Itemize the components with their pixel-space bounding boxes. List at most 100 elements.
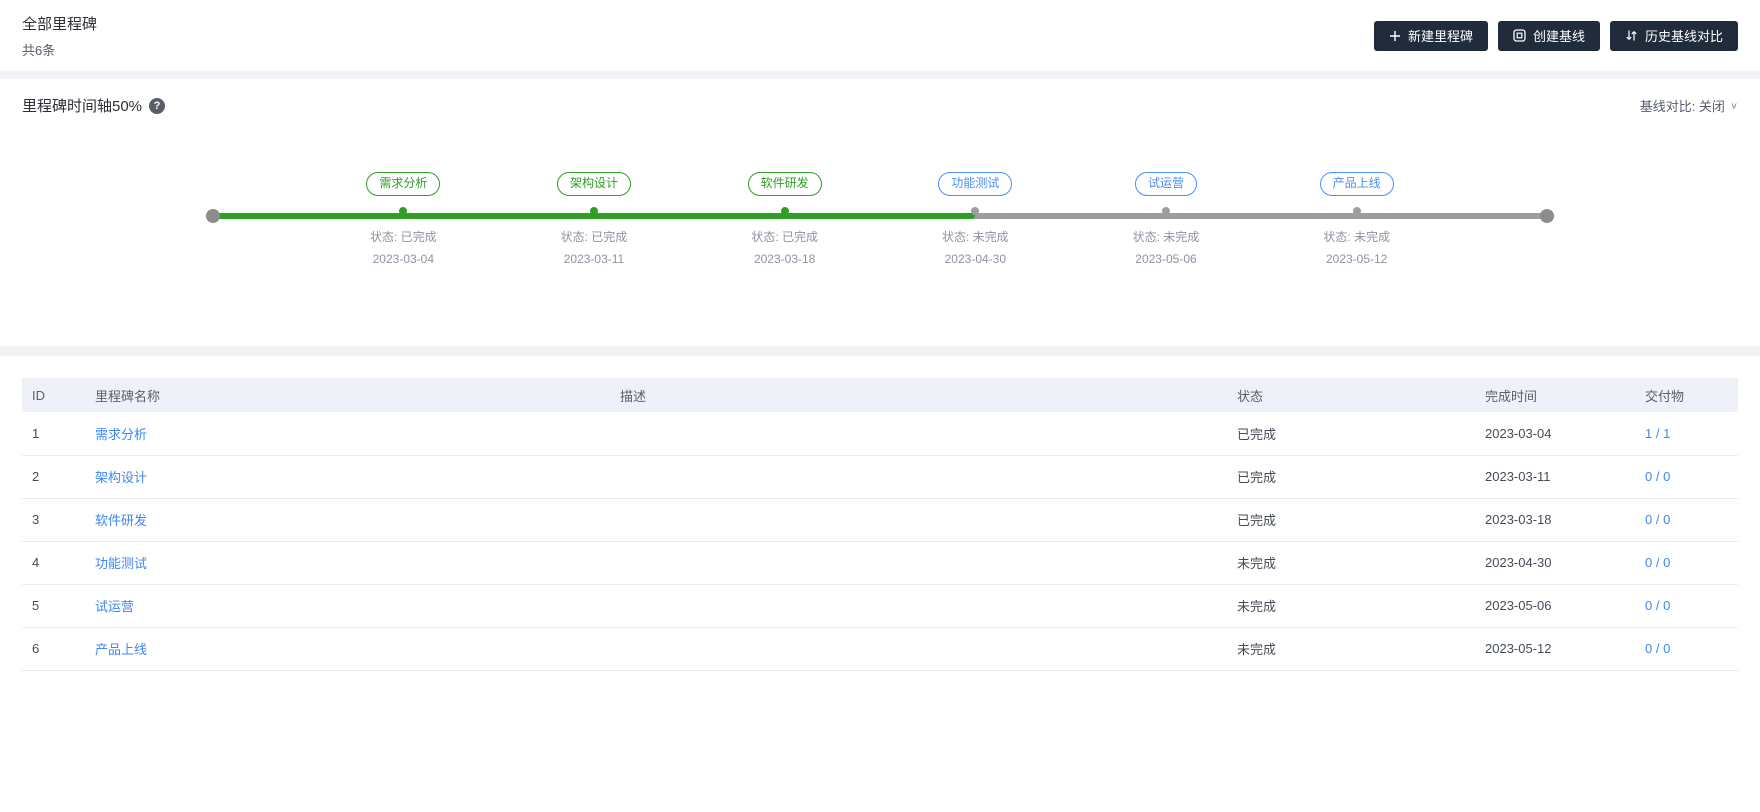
- table-row: 1 需求分析 已完成 2023-03-04 1 / 1: [22, 412, 1738, 456]
- milestone-label-pill[interactable]: 产品上线: [1319, 172, 1394, 196]
- cell-id: 4: [22, 541, 85, 585]
- milestone-dot: [1161, 207, 1170, 215]
- baseline-icon: [1513, 29, 1526, 42]
- cell-desc: [610, 455, 1227, 499]
- cell-date: 2023-03-18: [1475, 498, 1635, 542]
- deliverable-link[interactable]: 0 / 0: [1645, 641, 1670, 656]
- milestone-label-pill[interactable]: 软件研发: [747, 172, 822, 196]
- milestone-node: 功能测试 状态: 未完成 2023-04-30: [890, 172, 1060, 266]
- milestone-status: 状态: 已完成: [751, 230, 818, 244]
- table-row: 2 架构设计 已完成 2023-03-11 0 / 0: [22, 455, 1738, 499]
- page-title: 全部里程碑: [22, 15, 98, 33]
- cell-date: 2023-05-06: [1475, 584, 1635, 628]
- milestone-name-link[interactable]: 需求分析: [95, 427, 147, 442]
- cell-desc: [610, 584, 1227, 628]
- milestone-dot: [971, 207, 980, 215]
- cell-status: 已完成: [1227, 498, 1475, 542]
- milestone-node: 试运营 状态: 未完成 2023-05-06: [1081, 172, 1251, 266]
- column-header-date: 完成时间: [1475, 378, 1635, 412]
- timeline-end-dot: [1540, 209, 1555, 223]
- milestone-count: 共6条: [22, 42, 56, 58]
- milestone-table: ID 里程碑名称 描述 状态 完成时间 交付物 1 需求分析 已完成 2023-…: [22, 378, 1738, 671]
- cell-desc: [610, 541, 1227, 585]
- cell-status: 未完成: [1227, 584, 1475, 628]
- milestone-label-pill[interactable]: 需求分析: [366, 172, 441, 196]
- create-baseline-button-label: 创建基线: [1532, 29, 1585, 44]
- table-row: 3 软件研发 已完成 2023-03-18 0 / 0: [22, 498, 1738, 542]
- milestone-node: 需求分析 状态: 已完成 2023-03-04: [318, 172, 488, 266]
- timeline-title: 里程碑时间轴50%: [22, 98, 143, 115]
- milestone-node: 架构设计 状态: 已完成 2023-03-11: [509, 172, 679, 266]
- help-icon[interactable]: ?: [149, 97, 166, 114]
- cell-id: 6: [22, 627, 85, 671]
- milestone-name-link[interactable]: 软件研发: [95, 513, 147, 528]
- milestone-label-pill[interactable]: 试运营: [1134, 172, 1197, 196]
- milestone-date: 2023-03-18: [753, 252, 816, 266]
- cell-id: 3: [22, 498, 85, 542]
- new-milestone-button-label: 新建里程碑: [1407, 29, 1473, 44]
- milestone-date: 2023-05-06: [1135, 252, 1197, 266]
- cell-status: 已完成: [1227, 412, 1475, 456]
- deliverable-link[interactable]: 0 / 0: [1645, 469, 1670, 484]
- milestone-name-link[interactable]: 产品上线: [95, 642, 147, 657]
- milestone-name-link[interactable]: 架构设计: [95, 470, 147, 485]
- page-header: 全部里程碑 共6条 新建里程碑 创建基线 历史基线对比: [0, 0, 1760, 71]
- milestone-timeline: 需求分析 状态: 已完成 2023-03-04 架构设计 状态: 已完成 202…: [22, 172, 1738, 302]
- milestone-status: 状态: 已完成: [560, 230, 628, 244]
- column-header-deliverable: 交付物: [1635, 378, 1738, 412]
- cell-desc: [610, 627, 1227, 671]
- milestone-date: 2023-04-30: [944, 252, 1007, 266]
- milestone-table-section: ID 里程碑名称 描述 状态 完成时间 交付物 1 需求分析 已完成 2023-…: [0, 356, 1760, 812]
- cell-date: 2023-04-30: [1475, 541, 1635, 585]
- timeline-start-dot: [205, 209, 220, 223]
- cell-desc: [610, 412, 1227, 456]
- compare-icon: [1625, 29, 1638, 42]
- deliverable-link[interactable]: 1 / 1: [1645, 426, 1670, 441]
- timeline-section: 里程碑时间轴50% ? 基线对比: 关闭 ∨ 需求分析 状态: 已完成 2023…: [0, 79, 1760, 346]
- deliverable-link[interactable]: 0 / 0: [1645, 598, 1670, 613]
- cell-status: 未完成: [1227, 541, 1475, 585]
- new-milestone-button[interactable]: 新建里程碑: [1373, 20, 1488, 51]
- history-baseline-compare-button[interactable]: 历史基线对比: [1609, 20, 1738, 51]
- cell-status: 未完成: [1227, 627, 1475, 671]
- table-row: 6 产品上线 未完成 2023-05-12 0 / 0: [22, 627, 1738, 671]
- milestone-label-pill[interactable]: 架构设计: [556, 172, 631, 196]
- milestone-label-pill[interactable]: 功能测试: [938, 172, 1013, 196]
- chevron-down-icon: ∨: [1729, 101, 1738, 111]
- column-header-desc: 描述: [610, 378, 1227, 412]
- history-baseline-compare-button-label: 历史基线对比: [1644, 29, 1723, 44]
- milestone-dot: [780, 207, 789, 215]
- cell-id: 1: [22, 412, 85, 456]
- milestone-dot: [399, 207, 408, 215]
- milestone-status: 状态: 未完成: [941, 230, 1009, 244]
- milestone-date: 2023-03-11: [563, 252, 625, 266]
- milestone-node: 产品上线 状态: 未完成 2023-05-12: [1272, 172, 1442, 266]
- column-header-name: 里程碑名称: [85, 378, 610, 412]
- milestone-status: 状态: 未完成: [1132, 230, 1200, 244]
- deliverable-link[interactable]: 0 / 0: [1645, 512, 1670, 527]
- milestone-dot: [1352, 207, 1361, 215]
- baseline-compare-dropdown-label: 基线对比: 关闭: [1639, 99, 1725, 114]
- table-row: 4 功能测试 未完成 2023-04-30 0 / 0: [22, 541, 1738, 585]
- milestone-date: 2023-05-12: [1325, 252, 1388, 266]
- cell-date: 2023-03-04: [1475, 412, 1635, 456]
- create-baseline-button[interactable]: 创建基线: [1497, 20, 1600, 51]
- cell-id: 2: [22, 455, 85, 499]
- header-actions: 新建里程碑 创建基线 历史基线对比: [1373, 20, 1738, 51]
- milestone-name-link[interactable]: 功能测试: [95, 556, 147, 571]
- milestone-date: 2023-03-04: [372, 252, 435, 266]
- table-header-row: ID 里程碑名称 描述 状态 完成时间 交付物: [22, 378, 1738, 412]
- baseline-compare-dropdown[interactable]: 基线对比: 关闭 ∨: [1640, 96, 1738, 115]
- column-header-id: ID: [22, 378, 85, 412]
- column-header-status: 状态: [1227, 378, 1475, 412]
- milestone-name-link[interactable]: 试运营: [95, 599, 134, 614]
- plus-icon: [1389, 30, 1401, 42]
- cell-date: 2023-03-11: [1475, 455, 1635, 499]
- table-row: 5 试运营 未完成 2023-05-06 0 / 0: [22, 584, 1738, 628]
- milestone-status: 状态: 未完成: [1323, 230, 1390, 244]
- milestone-status: 状态: 已完成: [369, 230, 437, 244]
- cell-id: 5: [22, 584, 85, 628]
- cell-status: 已完成: [1227, 455, 1475, 499]
- cell-desc: [610, 498, 1227, 542]
- deliverable-link[interactable]: 0 / 0: [1645, 555, 1670, 570]
